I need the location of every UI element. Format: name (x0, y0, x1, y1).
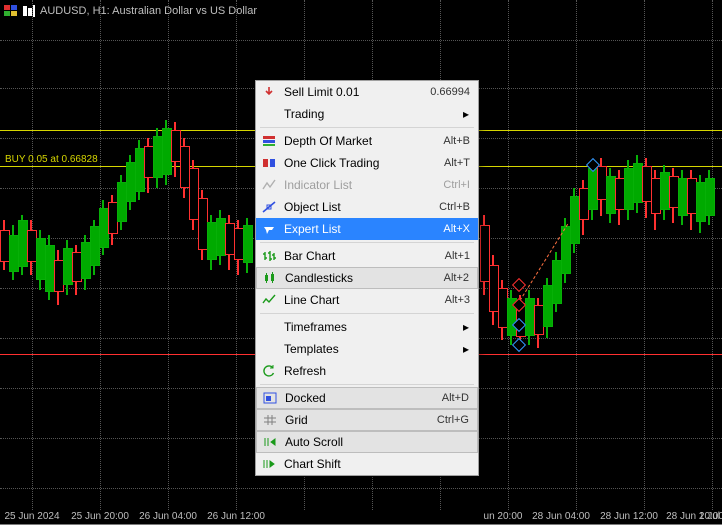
menu-bar-chart[interactable]: Bar Chart Alt+1 (256, 245, 478, 267)
chevron-right-icon: ▸ (462, 107, 470, 121)
menu-separator (260, 313, 474, 314)
auto-scroll-icon (261, 433, 279, 451)
menu-label: Depth Of Market (284, 134, 443, 148)
blank-icon (260, 318, 278, 336)
menu-label: Docked (285, 391, 442, 405)
x-label: 26 Jun 04:00 (139, 511, 197, 522)
menu-docked[interactable]: Docked Alt+D (256, 387, 478, 409)
menu-refresh[interactable]: Refresh (256, 360, 478, 382)
line-chart-icon (260, 291, 278, 309)
menu-shortcut: Alt+3 (445, 294, 470, 306)
chart-title-text: AUDUSD, H1: Australian Dollar vs US Doll… (40, 5, 257, 17)
menu-label: One Click Trading (284, 156, 444, 170)
menu-separator (260, 242, 474, 243)
menu-shortcut: Ctrl+B (439, 201, 470, 213)
menu-separator (260, 127, 474, 128)
menu-one-click-trading[interactable]: One Click Trading Alt+T (256, 152, 478, 174)
menu-label: Templates (284, 342, 462, 356)
menu-label: Line Chart (284, 293, 445, 307)
menu-expert-list[interactable]: Expert List Alt+X (256, 218, 478, 240)
menu-shortcut: Ctrl+G (437, 414, 469, 426)
menu-shortcut: Alt+2 (444, 272, 469, 284)
menu-shortcut: Ctrl+I (443, 179, 470, 191)
window-icon1 (4, 4, 18, 18)
menu-sell-limit[interactable]: Sell Limit 0.01 0.66994 (256, 81, 478, 103)
menu-label: Grid (285, 413, 437, 427)
chevron-right-icon: ▸ (462, 320, 470, 334)
docked-icon (261, 389, 279, 407)
market-depth-icon (260, 132, 278, 150)
one-click-icon (260, 154, 278, 172)
window-icon2 (22, 4, 36, 18)
menu-shortcut: Alt+T (444, 157, 470, 169)
menu-shortcut: Alt+1 (445, 250, 470, 262)
menu-label: Expert List (284, 222, 443, 236)
menu-label: Object List (284, 200, 439, 214)
chart-shift-icon (260, 455, 278, 473)
menu-auto-scroll[interactable]: Auto Scroll (256, 431, 478, 453)
menu-trading[interactable]: Trading ▸ (256, 103, 478, 125)
menu-candlesticks[interactable]: Candlesticks Alt+2 (256, 267, 478, 289)
chart-area[interactable]: AUDUSD, H1: Australian Dollar vs US Doll… (0, 0, 722, 525)
indicator-icon (260, 176, 278, 194)
chart-title: AUDUSD, H1: Australian Dollar vs US Doll… (4, 4, 257, 18)
refresh-icon (260, 362, 278, 380)
x-label: 25 Jun 20:00 (71, 511, 129, 522)
chevron-right-icon: ▸ (462, 342, 470, 356)
bar-chart-icon (260, 247, 278, 265)
menu-label: Sell Limit 0.01 (284, 85, 430, 99)
menu-shortcut: Alt+B (443, 135, 470, 147)
menu-label: Auto Scroll (285, 435, 469, 449)
menu-separator (260, 384, 474, 385)
menu-chart-shift[interactable]: Chart Shift (256, 453, 478, 475)
x-label: 26 Jun 12:00 (207, 511, 265, 522)
x-label: 25 Jun 2024 (4, 511, 59, 522)
menu-label: Candlesticks (285, 271, 444, 285)
menu-line-chart[interactable]: Line Chart Alt+3 (256, 289, 478, 311)
grid-icon (261, 411, 279, 429)
menu-label: Bar Chart (284, 249, 445, 263)
menu-templates[interactable]: Templates ▸ (256, 338, 478, 360)
menu-timeframes[interactable]: Timeframes ▸ (256, 316, 478, 338)
blank-icon (260, 105, 278, 123)
arrow-down-icon (260, 83, 278, 101)
menu-shortcut: Alt+X (443, 223, 470, 235)
context-menu: Sell Limit 0.01 0.66994 Trading ▸ Depth … (255, 80, 479, 476)
menu-grid[interactable]: Grid Ctrl+G (256, 409, 478, 431)
menu-price: 0.66994 (430, 86, 470, 98)
menu-label: Timeframes (284, 320, 462, 334)
expert-icon (260, 220, 278, 238)
x-label: 28 Jun 12:00 (600, 511, 658, 522)
menu-label: Chart Shift (284, 457, 470, 471)
menu-indicator-list: Indicator List Ctrl+I (256, 174, 478, 196)
blank-icon (260, 340, 278, 358)
candlestick-icon (261, 269, 279, 287)
menu-label: Trading (284, 107, 462, 121)
menu-label: Indicator List (284, 178, 443, 192)
menu-object-list[interactable]: Object List Ctrl+B (256, 196, 478, 218)
x-label: un 20:00 (484, 511, 523, 522)
object-list-icon (260, 198, 278, 216)
menu-shortcut: Alt+D (442, 392, 469, 404)
menu-label: Refresh (284, 364, 470, 378)
x-label: 1 Jul (699, 511, 720, 522)
menu-depth-of-market[interactable]: Depth Of Market Alt+B (256, 130, 478, 152)
x-label: 28 Jun 04:00 (532, 511, 590, 522)
